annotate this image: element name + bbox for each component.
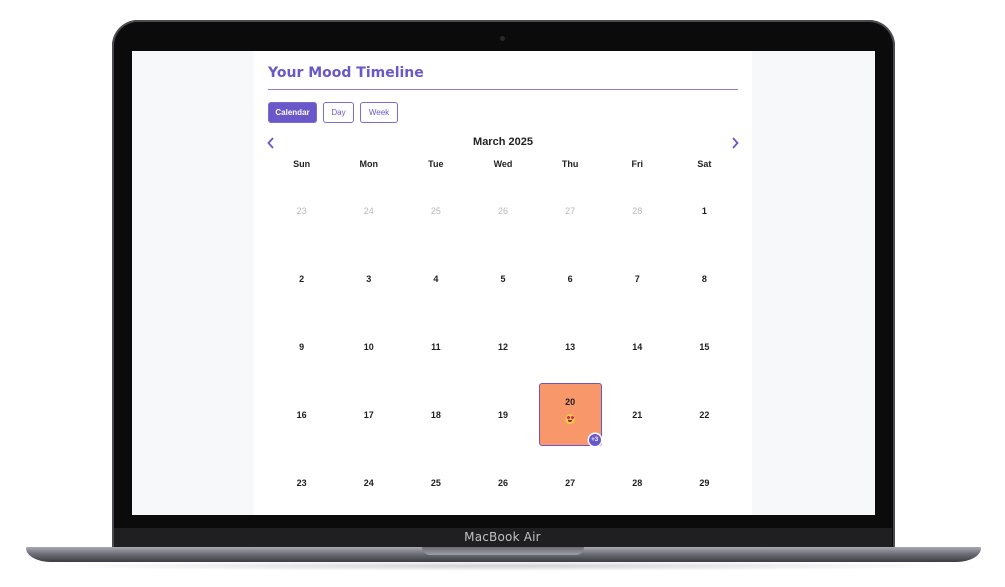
day-number: 11	[431, 342, 441, 352]
tab-day[interactable]: Day	[323, 102, 354, 123]
calendar-day[interactable]: 22	[671, 381, 738, 449]
day-number: 5	[500, 274, 506, 284]
day-number: 28	[632, 478, 643, 488]
weekday-label: Wed	[493, 159, 513, 169]
calendar-day[interactable]: 28	[604, 449, 671, 515]
day-number: 27	[565, 206, 576, 216]
calendar-day[interactable]: 19	[469, 381, 536, 449]
day-number: 15	[699, 342, 710, 352]
day-number: 13	[565, 342, 576, 352]
calendar-day[interactable]: 11	[402, 313, 469, 381]
calendar-day-outside-month[interactable]: 26	[469, 177, 536, 245]
calendar-day[interactable]: 16	[268, 381, 335, 449]
calendar-day-outside-month[interactable]: 23	[268, 177, 335, 245]
calendar-day[interactable]: 13	[537, 313, 604, 381]
tab-calendar[interactable]: Calendar	[268, 102, 317, 123]
calendar-day[interactable]: 14	[604, 313, 671, 381]
day-number: 2	[299, 274, 305, 284]
month-label: March 2025	[473, 136, 533, 148]
laptop-shadow	[40, 561, 965, 571]
tab-week[interactable]: Week	[360, 102, 398, 123]
device-brand-label: MacBook Air	[464, 530, 541, 544]
day-number: 10	[363, 342, 374, 352]
calendar-day[interactable]: 24	[335, 449, 402, 515]
day-number: 24	[363, 478, 374, 488]
day-number: 29	[699, 478, 710, 488]
calendar-day-outside-month[interactable]: 28	[604, 177, 671, 245]
calendar-day[interactable]: 27	[537, 449, 604, 515]
calendar-day[interactable]: 17	[335, 381, 402, 449]
calendar-day[interactable]: 3	[335, 245, 402, 313]
day-number: 27	[565, 478, 576, 488]
calendar-day[interactable]: 12	[469, 313, 536, 381]
weekday-label: Sun	[293, 159, 311, 169]
calendar-day[interactable]: 5	[469, 245, 536, 313]
day-number: 20	[565, 397, 576, 407]
day-number: 14	[632, 342, 643, 352]
day-number: 23	[296, 478, 307, 488]
weekday-label: Tue	[428, 159, 444, 169]
day-number: 24	[363, 206, 374, 216]
day-number: 1	[701, 206, 707, 216]
mood-count-badge: +3	[588, 434, 601, 446]
calendar-day[interactable]: 6	[537, 245, 604, 313]
day-number: 17	[363, 410, 374, 420]
day-number: 23	[296, 206, 307, 216]
day-number: 19	[497, 410, 508, 420]
weekday-label: Mon	[359, 159, 378, 169]
day-number: 7	[634, 274, 640, 284]
calendar-day-selected[interactable]: 20 +3	[537, 381, 604, 449]
view-tabs: Calendar Day Week	[268, 102, 398, 123]
calendar-day[interactable]: 1	[671, 177, 738, 245]
day-number: 6	[567, 274, 573, 284]
day-number: 9	[299, 342, 305, 352]
chevron-right-icon	[732, 137, 739, 149]
calendar-day[interactable]: 25	[402, 449, 469, 515]
calendar-day[interactable]: 18	[402, 381, 469, 449]
day-number: 21	[632, 410, 643, 420]
day-number: 3	[366, 274, 372, 284]
day-number: 8	[701, 274, 707, 284]
day-number: 25	[430, 206, 441, 216]
calendar-day[interactable]: 15	[671, 313, 738, 381]
page-title: Your Mood Timeline	[268, 65, 424, 81]
day-number: 26	[497, 478, 508, 488]
calendar-day-outside-month[interactable]: 25	[402, 177, 469, 245]
camera-icon	[500, 36, 505, 41]
day-number: 16	[296, 410, 307, 420]
calendar-day-outside-month[interactable]: 27	[537, 177, 604, 245]
title-divider	[268, 89, 738, 90]
day-number: 4	[433, 274, 439, 284]
calendar-day[interactable]: 4	[402, 245, 469, 313]
calendar-day[interactable]: 23	[268, 449, 335, 515]
weekday-label: Thu	[561, 159, 579, 169]
day-number: 12	[497, 342, 508, 352]
day-number: 22	[699, 410, 710, 420]
day-number: 28	[632, 206, 643, 216]
calendar-day-outside-month[interactable]: 24	[335, 177, 402, 245]
day-number: 26	[497, 206, 508, 216]
weekday-label: Sat	[697, 159, 712, 169]
next-month-button[interactable]	[728, 135, 742, 151]
day-number: 25	[430, 478, 441, 488]
weekday-header: Sun Mon Tue Wed Thu Fri Sat	[268, 159, 738, 177]
day-number: 18	[430, 410, 441, 420]
calendar-day[interactable]: 26	[469, 449, 536, 515]
calendar-day[interactable]: 8	[671, 245, 738, 313]
mood-timeline-panel: Your Mood Timeline Calendar Day Week Mar…	[254, 51, 752, 515]
laptop-hinge-notch	[422, 547, 584, 555]
calendar-grid: 23 24 25 26 27 28 1 2 3 4 5 6 7 8 9 10 1…	[268, 177, 738, 515]
weekday-label: Fri	[631, 159, 644, 169]
calendar-day[interactable]: 10	[335, 313, 402, 381]
laptop-screen: Your Mood Timeline Calendar Day Week Mar…	[132, 51, 875, 515]
calendar-day[interactable]: 29	[671, 449, 738, 515]
calendar-day[interactable]: 21	[604, 381, 671, 449]
calendar-day[interactable]: 2	[268, 245, 335, 313]
calendar-day[interactable]: 9	[268, 313, 335, 381]
calendar-day[interactable]: 7	[604, 245, 671, 313]
